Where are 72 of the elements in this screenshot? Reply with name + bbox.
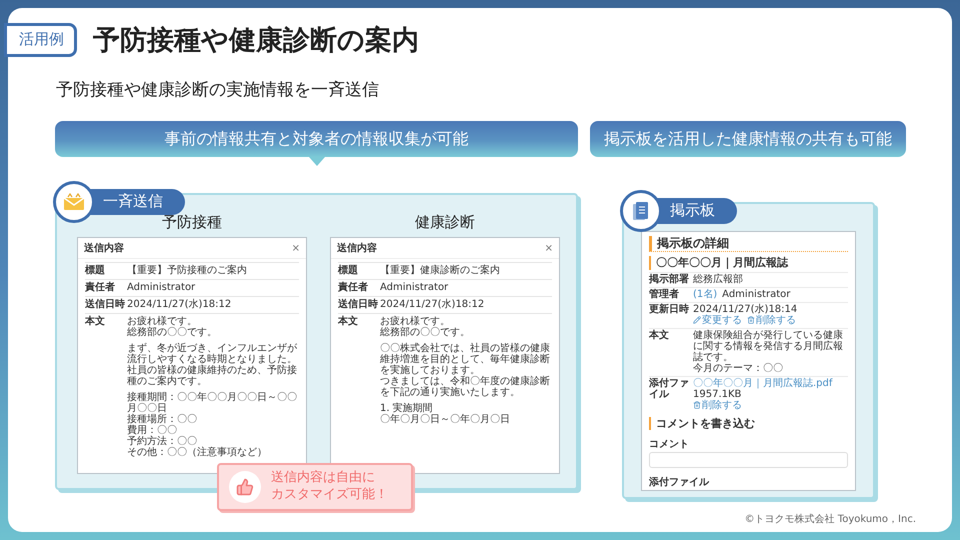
field-label: 標題 — [85, 265, 106, 276]
field-label: 添付ファイル — [649, 378, 690, 402]
field-label: 更新日時 — [649, 304, 690, 317]
feature-banner: 掲示板を活用した健康情報の共有も可能 — [590, 121, 906, 157]
callout-text: カスタマイズ可能！ — [271, 486, 388, 504]
board-title: 掲示板の詳細 — [649, 236, 848, 252]
body-text: 予約方法：〇〇 — [127, 436, 197, 447]
thumbs-up-icon — [236, 478, 254, 496]
body-text: 社員の皆様の健康維持のため、予防接種のご案内です。 — [127, 365, 298, 387]
field-label: 標題 — [338, 265, 359, 276]
post-title: 〇〇年〇〇月｜月間広報誌 — [649, 256, 848, 270]
field-value: 2024/11/27(水)18:12 — [380, 299, 486, 310]
field-value: 健康保険組合が発行している健康に関する情報を発信する月間広報誌です。 — [693, 330, 844, 363]
category-tag: 活用例 — [4, 23, 77, 57]
slide-title: 予防接種や健康診断の案内 — [93, 24, 419, 58]
body-text: 接種場所：〇〇 — [127, 414, 198, 425]
close-button[interactable]: × — [544, 242, 553, 254]
body-text: 総務部の〇〇です。 — [127, 327, 218, 338]
pencil-icon — [693, 316, 701, 324]
field-value: 今月のテーマ：〇〇 — [693, 362, 783, 374]
feature-banner: 事前の情報共有と対象者の情報収集が可能 — [55, 121, 578, 157]
trash-icon — [693, 401, 701, 410]
documents-icon — [632, 200, 650, 222]
window-title: 送信内容 — [337, 242, 377, 254]
link[interactable]: (1名) — [693, 288, 718, 300]
delete-link[interactable]: 削除する — [693, 400, 742, 411]
body-text: 〇〇株式会社では、社員の皆様の健康維持増進を目的として、毎年健康診断を実施しております。 — [380, 343, 551, 376]
field-value: 【重要】予防接種のご案内 — [127, 265, 248, 276]
field-value: 【重要】健康診断のご案内 — [380, 265, 501, 276]
banner-pointer — [308, 157, 324, 166]
body-text: お疲れ様です。 — [380, 316, 451, 327]
edit-link[interactable]: 変更する — [693, 314, 742, 326]
comment-field[interactable] — [649, 452, 848, 468]
field-value: 2024/11/27(水)18:14 — [693, 304, 798, 315]
envelope-icon — [63, 193, 85, 211]
field-value: 総務広報部 — [693, 274, 743, 285]
field-label: 送信日時 — [85, 299, 126, 310]
field-value: Administrator — [722, 288, 790, 300]
window-title: 送信内容 — [84, 242, 124, 254]
copyright-text: ©トヨクモ株式会社 Toyokumo，Inc. — [744, 512, 916, 526]
window-heading: 健康診断 — [415, 213, 475, 232]
field-label: 本文 — [338, 316, 359, 329]
slide-subtitle: 予防接種や健康診断の実施情報を一斉送信 — [56, 79, 380, 101]
field-label: 掲示部署 — [649, 274, 690, 285]
body-text: 総務部の〇〇です。 — [380, 327, 471, 338]
field-value: 2024/11/27(水)18:12 — [127, 299, 232, 310]
body-text: 〇年〇月〇日～〇年〇月〇日 — [380, 414, 511, 425]
field-label: 本文 — [85, 316, 106, 329]
body-text: 接種期間：〇〇年〇〇月〇〇日～〇〇月〇〇日 — [127, 392, 298, 414]
field-value: Administrator — [380, 282, 450, 293]
field-label: コメント — [649, 438, 689, 450]
field-value: 1957.1KB — [693, 388, 742, 400]
callout-text: 送信内容は自由に — [271, 470, 376, 487]
field-label: 管理者 — [649, 288, 680, 300]
body-text: その他：〇〇（注意事項など） — [127, 447, 268, 458]
field-label: 責任者 — [338, 282, 369, 293]
body-text: 1. 実施期間 — [380, 403, 434, 414]
body-text: まず、冬が近づき、インフルエンザが流行しやすくなる時期となりました。 — [127, 343, 298, 365]
delete-link[interactable]: 削除する — [747, 314, 796, 326]
window-heading: 予防接種 — [162, 213, 222, 232]
field-label: 添付ファイル — [649, 476, 709, 488]
field-label: 責任者 — [85, 282, 116, 293]
trash-icon — [747, 316, 755, 324]
link[interactable]: 〇〇年〇〇月｜月間広報誌.pdf — [693, 378, 832, 389]
body-text: つきましては、令和〇年度の健康診断を下記の通り実施いたします。 — [380, 376, 551, 398]
close-button[interactable]: × — [292, 242, 300, 254]
body-text: 費用：〇〇 — [127, 425, 178, 436]
section-heading: コメントを書き込む — [649, 416, 848, 430]
field-label: 本文 — [649, 330, 670, 343]
field-value: Administrator — [127, 282, 196, 293]
body-text: お疲れ様です。 — [127, 316, 198, 327]
field-label: 送信日時 — [338, 299, 379, 310]
